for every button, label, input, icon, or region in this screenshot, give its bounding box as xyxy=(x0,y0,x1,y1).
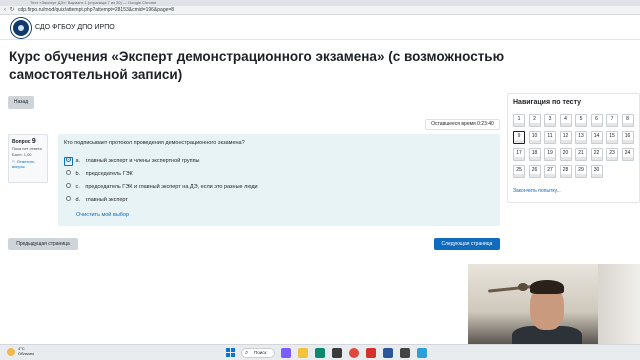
question-text: Кто подписывает протокол проведения демо… xyxy=(64,140,245,146)
telegram-icon[interactable] xyxy=(417,348,427,358)
radio-button[interactable] xyxy=(66,183,71,189)
quiz-nav-cell-15[interactable]: 15 xyxy=(606,131,618,144)
next-page-button[interactable]: Следующая страница xyxy=(434,238,500,250)
radio-button[interactable] xyxy=(66,170,71,176)
weather-widget[interactable]: 4°C Облачно xyxy=(18,346,34,356)
quiz-nav-cell-10[interactable]: 10 xyxy=(528,131,541,144)
windows-start-icon[interactable] xyxy=(226,348,236,358)
answer-option-d[interactable]: d. главный эксперт xyxy=(66,196,128,205)
task-view-icon[interactable] xyxy=(281,348,291,358)
previous-page-button[interactable]: Предыдущая страница xyxy=(8,238,78,250)
quiz-nav-cell-17[interactable]: 17 xyxy=(513,148,525,161)
webcam-person-hair xyxy=(530,280,564,294)
recorder-icon[interactable] xyxy=(400,348,410,358)
quiz-navigation-title: Навигация по тесту xyxy=(513,99,582,106)
question-label: Вопрос xyxy=(12,139,31,145)
word-icon[interactable] xyxy=(383,348,393,358)
radio-button[interactable] xyxy=(66,196,71,202)
question-content: Кто подписывает протокол проведения демо… xyxy=(58,134,500,226)
time-remaining: Оставшееся время 0:23:40 xyxy=(425,119,500,130)
answer-text: главный эксперт xyxy=(85,197,128,203)
edge-browser-icon[interactable] xyxy=(315,348,325,358)
quiz-nav-cell-9[interactable]: 9 xyxy=(513,131,525,144)
clear-choice-link[interactable]: Очистить мой выбор xyxy=(76,211,129,219)
quiz-nav-cell-6[interactable]: 6 xyxy=(590,114,603,127)
question-number: Вопрос 9 xyxy=(12,138,44,146)
quiz-nav-cell-30[interactable]: 30 xyxy=(590,165,603,178)
quiz-nav-cell-11[interactable]: 11 xyxy=(544,131,556,144)
quiz-nav-cell-29[interactable]: 29 xyxy=(575,165,587,178)
quiz-nav-cell-26[interactable]: 26 xyxy=(528,165,541,178)
answer-option-a[interactable]: a. главный эксперт и члены экспертной гр… xyxy=(64,157,200,166)
answer-text: главный эксперт и члены экспертной групп… xyxy=(85,158,200,164)
quiz-nav-cell-22[interactable]: 22 xyxy=(590,148,603,161)
quiz-nav-cell-2[interactable]: 2 xyxy=(528,114,541,127)
quiz-nav-cell-16[interactable]: 16 xyxy=(621,131,634,144)
chrome-icon[interactable] xyxy=(349,348,359,358)
quiz-nav-cell-19[interactable]: 19 xyxy=(544,148,556,161)
weather-text: Облачно xyxy=(18,351,35,356)
back-button[interactable]: Назад xyxy=(8,96,34,109)
quiz-nav-cell-21[interactable]: 21 xyxy=(575,148,587,161)
finish-attempt-link[interactable]: Закончить попытку... xyxy=(513,188,561,194)
answer-letter: c. xyxy=(75,184,80,190)
site-logo-icon[interactable] xyxy=(11,18,31,38)
quiz-nav-cell-24[interactable]: 24 xyxy=(621,148,634,161)
answer-letter: d. xyxy=(75,197,81,203)
site-name[interactable]: СДО ФГБОУ ДПО ИРПО xyxy=(35,24,115,31)
quiz-navigation-panel: Навигация по тесту 1 2 3 4 5 6 7 8 9 10 11 12 13 14 15… xyxy=(507,93,640,203)
answer-letter: a. xyxy=(75,158,81,164)
quiz-nav-cell-8[interactable]: 8 xyxy=(621,114,634,127)
quiz-nav-cell-14[interactable]: 14 xyxy=(590,131,603,144)
quiz-nav-cell-13[interactable]: 13 xyxy=(575,131,587,144)
quiz-nav-cell-18[interactable]: 18 xyxy=(528,148,541,161)
back-arrow-icon[interactable]: ‹ xyxy=(2,7,8,13)
quiz-nav-cell-1[interactable]: 1 xyxy=(513,114,525,127)
quiz-nav-cell-27[interactable]: 27 xyxy=(544,165,556,178)
question-info: Вопрос 9 Пока нет ответа Балл: 1,00 ⚐ От… xyxy=(8,134,48,183)
question-number-value: 9 xyxy=(31,138,36,145)
file-explorer-icon[interactable] xyxy=(298,348,308,358)
quiz-nav-cell-28[interactable]: 28 xyxy=(559,165,572,178)
flag-question-link[interactable]: ⚐ Отметить вопрос xyxy=(12,159,44,169)
question-points: Балл: 1,00 xyxy=(12,152,32,157)
quiz-nav-cell-4[interactable]: 4 xyxy=(559,114,572,127)
webcam-overlay xyxy=(468,264,640,344)
answer-option-c[interactable]: c. председатель ГЭК и главный эксперт на… xyxy=(66,183,258,192)
answer-text: председатель ГЭК xyxy=(85,171,133,177)
browser-address-bar: ‹ ↻ cdp.firpo.ru/mod/quiz/attempt.php?at… xyxy=(0,6,640,15)
pdf-app-icon[interactable] xyxy=(366,348,376,358)
weather-icon[interactable] xyxy=(7,348,15,356)
answer-text: председатель ГЭК и главный эксперт на ДЭ… xyxy=(85,184,258,190)
quiz-nav-cell-5[interactable]: 5 xyxy=(575,114,587,127)
webcam-window xyxy=(598,264,640,344)
answer-option-b[interactable]: b. председатель ГЭК xyxy=(66,170,133,179)
quiz-nav-cell-25[interactable]: 25 xyxy=(513,165,525,178)
quiz-nav-cell-3[interactable]: 3 xyxy=(544,114,556,127)
quiz-nav-cell-12[interactable]: 12 xyxy=(559,131,572,144)
quiz-nav-cell-7[interactable]: 7 xyxy=(606,114,618,127)
taskbar-search[interactable]: ⌕ Поиск xyxy=(241,348,275,358)
store-icon[interactable] xyxy=(332,348,342,358)
answer-letter: b. xyxy=(75,171,81,177)
url-text[interactable]: cdp.firpo.ru/mod/quiz/attempt.php?attemp… xyxy=(18,7,174,14)
quiz-nav-cell-23[interactable]: 23 xyxy=(606,148,618,161)
taskbar-search-label: Поиск xyxy=(254,350,267,355)
page-title: Курс обучения «Эксперт демонстрационного… xyxy=(9,49,505,82)
reload-icon[interactable]: ↻ xyxy=(9,7,15,13)
flag-label: Отметить вопрос xyxy=(12,159,35,169)
quiz-nav-cell-20[interactable]: 20 xyxy=(559,148,572,161)
search-icon: ⌕ xyxy=(245,350,249,356)
windows-taskbar: 4°C Облачно ⌕ Поиск xyxy=(0,344,640,360)
